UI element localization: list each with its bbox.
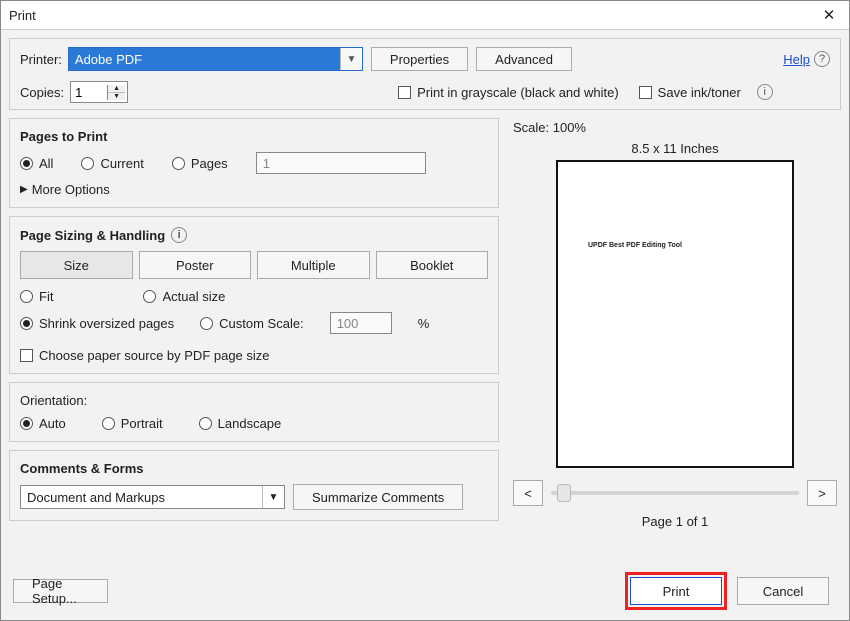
help-link[interactable]: Help: [783, 52, 810, 67]
pages-current-radio[interactable]: Current: [81, 156, 143, 171]
custom-scale-input[interactable]: [330, 312, 392, 334]
tab-size[interactable]: Size: [20, 251, 133, 279]
tab-poster[interactable]: Poster: [139, 251, 252, 279]
comments-heading: Comments & Forms: [20, 461, 488, 476]
radio-icon: [199, 417, 212, 430]
orientation-panel: Orientation: Auto Portrait Landscape: [9, 382, 499, 442]
spinner-down-icon[interactable]: ▼: [108, 93, 125, 100]
pages-range-radio[interactable]: Pages: [172, 156, 228, 171]
print-highlight: Print: [625, 572, 727, 610]
sizing-panel: Page Sizing & Handling i Size Poster Mul…: [9, 216, 499, 374]
advanced-button[interactable]: Advanced: [476, 47, 572, 71]
radio-icon: [102, 417, 115, 430]
radio-icon: [200, 317, 213, 330]
dialog-body: Printer: Adobe PDF ▼ Properties Advanced…: [1, 29, 849, 620]
chevron-down-icon[interactable]: ▼: [340, 48, 362, 70]
copies-input[interactable]: [71, 82, 107, 102]
radio-icon: [20, 417, 33, 430]
radio-icon: [20, 317, 33, 330]
prev-page-button[interactable]: <: [513, 480, 543, 506]
copies-label: Copies:: [20, 85, 64, 100]
radio-icon: [172, 157, 185, 170]
info-icon[interactable]: i: [757, 84, 773, 100]
titlebar: Print ✕: [1, 1, 849, 29]
top-panel: Printer: Adobe PDF ▼ Properties Advanced…: [9, 38, 841, 110]
preview-content-text: UPDF Best PDF Editing Tool: [588, 242, 682, 249]
comments-panel: Comments & Forms Document and Markups ▼ …: [9, 450, 499, 521]
orientation-portrait[interactable]: Portrait: [102, 416, 163, 431]
radio-icon: [20, 157, 33, 170]
radio-icon: [81, 157, 94, 170]
printer-value: Adobe PDF: [69, 48, 340, 70]
properties-button[interactable]: Properties: [371, 47, 468, 71]
custom-scale-radio[interactable]: Custom Scale:: [200, 316, 304, 331]
shrink-radio[interactable]: Shrink oversized pages: [20, 316, 174, 331]
more-options-toggle[interactable]: ▶ More Options: [20, 182, 488, 197]
percent-label: %: [418, 316, 430, 331]
pages-heading: Pages to Print: [20, 129, 488, 144]
grayscale-checkbox[interactable]: Print in grayscale (black and white): [398, 85, 619, 100]
printer-select[interactable]: Adobe PDF ▼: [68, 47, 363, 71]
radio-icon: [20, 290, 33, 303]
orientation-auto[interactable]: Auto: [20, 416, 66, 431]
checkbox-icon: [639, 86, 652, 99]
tab-booklet[interactable]: Booklet: [376, 251, 489, 279]
help-info-icon[interactable]: ?: [814, 51, 830, 67]
preview-area: Scale: 100% 8.5 x 11 Inches UPDF Best PD…: [509, 118, 841, 553]
page-info: Page 1 of 1: [513, 514, 837, 529]
radio-icon: [143, 290, 156, 303]
pages-range-input[interactable]: [256, 152, 426, 174]
page-preview: UPDF Best PDF Editing Tool: [556, 160, 794, 468]
next-page-button[interactable]: >: [807, 480, 837, 506]
window-title: Print: [9, 8, 817, 23]
spinner-up-icon[interactable]: ▲: [108, 85, 125, 93]
checkbox-icon: [20, 349, 33, 362]
pages-panel: Pages to Print All Current Pages: [9, 118, 499, 208]
footer: Page Setup... Print Cancel: [13, 572, 837, 610]
actual-radio[interactable]: Actual size: [143, 289, 225, 304]
pages-all-radio[interactable]: All: [20, 156, 53, 171]
close-icon[interactable]: ✕: [817, 3, 841, 27]
save-ink-label: Save ink/toner: [658, 85, 741, 100]
print-button[interactable]: Print: [630, 577, 722, 605]
triangle-right-icon: ▶: [20, 184, 28, 195]
tab-multiple[interactable]: Multiple: [257, 251, 370, 279]
info-icon[interactable]: i: [171, 227, 187, 243]
slider-thumb[interactable]: [557, 484, 571, 502]
scale-label: Scale: 100%: [513, 120, 837, 135]
chevron-down-icon[interactable]: ▼: [262, 486, 284, 508]
comments-dropdown[interactable]: Document and Markups ▼: [20, 485, 285, 509]
preview-dimensions: 8.5 x 11 Inches: [513, 141, 837, 156]
choose-paper-checkbox[interactable]: Choose paper source by PDF page size: [20, 348, 488, 363]
copies-spinner[interactable]: ▲ ▼: [70, 81, 128, 103]
print-dialog: Print ✕ Printer: Adobe PDF ▼ Properties …: [0, 0, 850, 621]
grayscale-label: Print in grayscale (black and white): [417, 85, 619, 100]
checkbox-icon: [398, 86, 411, 99]
page-setup-button[interactable]: Page Setup...: [13, 579, 108, 603]
orientation-landscape[interactable]: Landscape: [199, 416, 282, 431]
orientation-heading: Orientation:: [20, 393, 488, 408]
fit-radio[interactable]: Fit: [20, 289, 53, 304]
printer-label: Printer:: [20, 52, 62, 67]
comments-value: Document and Markups: [21, 490, 262, 505]
cancel-button[interactable]: Cancel: [737, 577, 829, 605]
summarize-button[interactable]: Summarize Comments: [293, 484, 463, 510]
save-ink-checkbox[interactable]: Save ink/toner: [639, 85, 741, 100]
page-slider[interactable]: [551, 491, 799, 495]
sizing-heading: Page Sizing & Handling: [20, 228, 165, 243]
